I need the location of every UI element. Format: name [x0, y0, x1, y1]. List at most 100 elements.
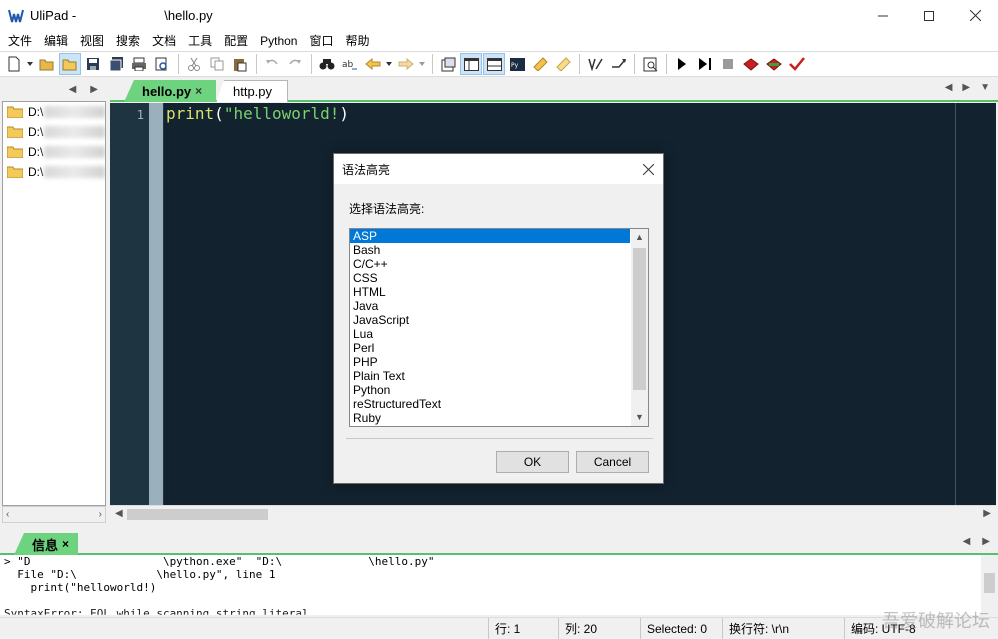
list-item[interactable]: Perl — [350, 341, 630, 355]
language-listbox[interactable]: ASP Bash C/C++ CSS HTML Java JavaScript … — [349, 228, 649, 427]
tab-next-icon[interactable]: ▶ — [982, 536, 990, 547]
menu-help[interactable]: 帮助 — [339, 31, 375, 51]
check-icon[interactable] — [786, 53, 808, 75]
preferences-icon[interactable] — [437, 53, 459, 75]
tab-list-icon[interactable]: ▼ — [980, 82, 990, 93]
code-line[interactable]: print("helloworld!) — [166, 104, 349, 123]
scroll-left-icon[interactable]: ◀ — [115, 508, 123, 519]
cut-icon[interactable] — [183, 53, 205, 75]
toolbar: ab Py — [0, 51, 998, 77]
directory-tree[interactable]: D:\ D:\ D:\ D:\ — [2, 101, 106, 506]
forward-icon[interactable] — [395, 53, 417, 75]
print-icon[interactable] — [128, 53, 150, 75]
tab-prev-icon[interactable]: ◀ — [963, 536, 971, 547]
list-item[interactable]: Java — [350, 299, 630, 313]
list-item[interactable]: HTML — [350, 285, 630, 299]
scroll-left-icon[interactable]: ‹ — [6, 509, 9, 520]
menu-tools[interactable]: 工具 — [182, 31, 218, 51]
menu-file[interactable]: 文件 — [2, 31, 38, 51]
output-vscrollbar[interactable] — [981, 555, 998, 615]
run-args-icon[interactable] — [694, 53, 716, 75]
scroll-thumb[interactable] — [984, 573, 995, 593]
tree-item[interactable]: D:\ — [3, 102, 105, 122]
save-all-icon[interactable] — [105, 53, 127, 75]
open-file-icon[interactable] — [36, 53, 58, 75]
maximize-icon[interactable] — [906, 0, 952, 31]
paste-icon[interactable] — [229, 53, 251, 75]
step-icon[interactable] — [763, 53, 785, 75]
scroll-thumb[interactable] — [633, 248, 646, 390]
bookmark-next-icon[interactable] — [552, 53, 574, 75]
panel-bottom-icon[interactable] — [483, 53, 505, 75]
menu-view[interactable]: 视图 — [74, 31, 110, 51]
open-folder-icon[interactable] — [59, 53, 81, 75]
tree-item[interactable]: D:\ — [3, 162, 105, 182]
menu-window[interactable]: 窗口 — [303, 31, 339, 51]
list-item[interactable]: Lua — [350, 327, 630, 341]
list-item[interactable]: ASP — [350, 229, 630, 243]
goto-icon[interactable] — [607, 53, 629, 75]
fold-margin[interactable] — [148, 103, 164, 505]
list-vscrollbar[interactable]: ▲ ▼ — [631, 229, 648, 426]
print-preview-icon[interactable] — [151, 53, 173, 75]
close-icon[interactable] — [633, 154, 663, 184]
menu-python[interactable]: Python — [254, 31, 303, 51]
list-item[interactable]: reStructuredText — [350, 397, 630, 411]
save-icon[interactable] — [82, 53, 104, 75]
list-item[interactable]: C/C++ — [350, 257, 630, 271]
tab-close-icon[interactable]: × — [195, 84, 202, 98]
tree-hscrollbar[interactable]: ‹ › — [2, 506, 106, 523]
new-file-icon[interactable] — [3, 53, 25, 75]
cancel-button[interactable]: Cancel — [576, 451, 649, 473]
scroll-right-icon[interactable]: ▶ — [983, 508, 991, 519]
list-item[interactable]: Bash — [350, 243, 630, 257]
tab-http-py[interactable]: http.py — [216, 80, 288, 102]
tree-item[interactable]: D:\ — [3, 142, 105, 162]
replace-icon[interactable]: ab — [339, 53, 361, 75]
list-item[interactable]: JavaScript — [350, 313, 630, 327]
menu-search[interactable]: 搜索 — [110, 31, 146, 51]
run-icon[interactable] — [671, 53, 693, 75]
python-shell-icon[interactable]: Py — [506, 53, 528, 75]
forward-dropdown-icon[interactable] — [418, 53, 426, 75]
debug-icon[interactable] — [740, 53, 762, 75]
menu-edit[interactable]: 编辑 — [38, 31, 74, 51]
find-icon[interactable] — [316, 53, 338, 75]
scroll-right-icon[interactable]: › — [99, 509, 102, 520]
tab-close-icon[interactable]: × — [62, 537, 69, 551]
bookmark-icon[interactable] — [529, 53, 551, 75]
tree-item[interactable]: D:\ — [3, 122, 105, 142]
output-console[interactable]: > "D \python.exe" "D:\ \hello.py" File "… — [0, 555, 998, 615]
nav-left-icon[interactable]: ◀ — [69, 84, 77, 95]
undo-icon[interactable] — [261, 53, 283, 75]
ok-button[interactable]: OK — [496, 451, 569, 473]
stop-icon[interactable] — [717, 53, 739, 75]
new-file-dropdown-icon[interactable] — [26, 53, 34, 75]
chevron-up-icon[interactable]: ▲ — [635, 232, 644, 242]
editor-hscrollbar[interactable]: ◀ ▶ — [110, 505, 996, 522]
nav-right-icon[interactable]: ▶ — [90, 84, 98, 95]
back-dropdown-icon[interactable] — [385, 53, 393, 75]
doc-view-icon[interactable] — [639, 53, 661, 75]
list-item[interactable]: CSS — [350, 271, 630, 285]
list-item[interactable]: Plain Text — [350, 369, 630, 383]
copy-icon[interactable] — [206, 53, 228, 75]
scroll-thumb[interactable] — [127, 509, 268, 520]
wrap-icon[interactable] — [584, 53, 606, 75]
list-item[interactable]: Python — [350, 383, 630, 397]
list-item[interactable]: PHP — [350, 355, 630, 369]
menu-config[interactable]: 配置 — [218, 31, 254, 51]
output-line: > "D \python.exe" "D:\ \hello.py" — [4, 555, 435, 568]
tab-prev-icon[interactable]: ◀ — [945, 82, 953, 93]
list-item[interactable]: Ruby — [350, 411, 630, 425]
close-icon[interactable] — [952, 0, 998, 31]
tab-next-icon[interactable]: ▶ — [962, 82, 970, 93]
redo-icon[interactable] — [284, 53, 306, 75]
panel-left-icon[interactable] — [460, 53, 482, 75]
chevron-down-icon[interactable]: ▼ — [635, 412, 644, 422]
menu-document[interactable]: 文档 — [146, 31, 182, 51]
tab-messages[interactable]: 信息 × — [14, 533, 78, 555]
minimize-icon[interactable] — [860, 0, 906, 31]
tab-hello-py[interactable]: hello.py × — [124, 80, 216, 102]
back-icon[interactable] — [362, 53, 384, 75]
